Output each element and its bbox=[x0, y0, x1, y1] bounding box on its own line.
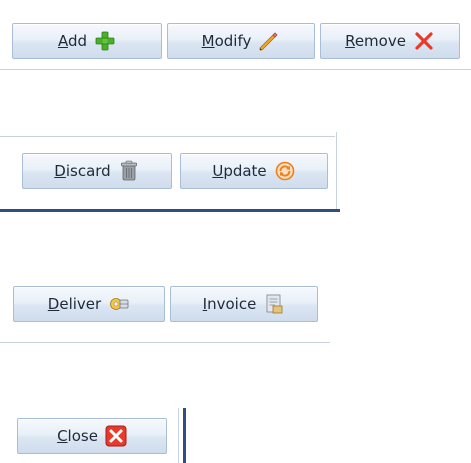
add-button[interactable]: Add bbox=[12, 23, 162, 59]
toolbar-3-divider bbox=[0, 342, 330, 343]
toolbar-2-bottom-accent bbox=[0, 209, 340, 212]
close-button[interactable]: Close bbox=[17, 418, 167, 454]
toolbar-2-top-line bbox=[0, 136, 335, 137]
invoice-icon bbox=[263, 293, 285, 315]
trash-icon bbox=[118, 160, 140, 182]
deliver-button-label: Deliver bbox=[47, 295, 102, 313]
x-icon bbox=[413, 30, 435, 52]
update-button-label: Update bbox=[212, 162, 267, 180]
close-x-icon bbox=[105, 425, 127, 447]
discard-button[interactable]: Discard bbox=[22, 153, 172, 189]
plus-icon bbox=[94, 30, 116, 52]
discard-button-label: Discard bbox=[54, 162, 111, 180]
update-button[interactable]: Update bbox=[180, 153, 328, 189]
toolbar-4-separator-accent bbox=[183, 408, 186, 463]
deliver-button[interactable]: Deliver bbox=[13, 286, 165, 322]
close-button-label: Close bbox=[57, 427, 98, 445]
delivery-icon bbox=[108, 293, 130, 315]
modify-button-label: Modify bbox=[201, 32, 252, 50]
add-button-label: Add bbox=[57, 32, 88, 50]
toolbar-1-divider bbox=[0, 69, 471, 70]
toolbar-4-separator-light bbox=[178, 408, 179, 463]
modify-button[interactable]: Modify bbox=[167, 23, 315, 59]
refresh-icon bbox=[274, 160, 296, 182]
pencil-icon bbox=[258, 30, 280, 52]
remove-button[interactable]: Remove bbox=[320, 23, 460, 59]
toolbar-2-right-edge bbox=[336, 132, 337, 212]
invoice-button-label: Invoice bbox=[202, 295, 257, 313]
invoice-button[interactable]: Invoice bbox=[170, 286, 318, 322]
remove-button-label: Remove bbox=[345, 32, 406, 50]
